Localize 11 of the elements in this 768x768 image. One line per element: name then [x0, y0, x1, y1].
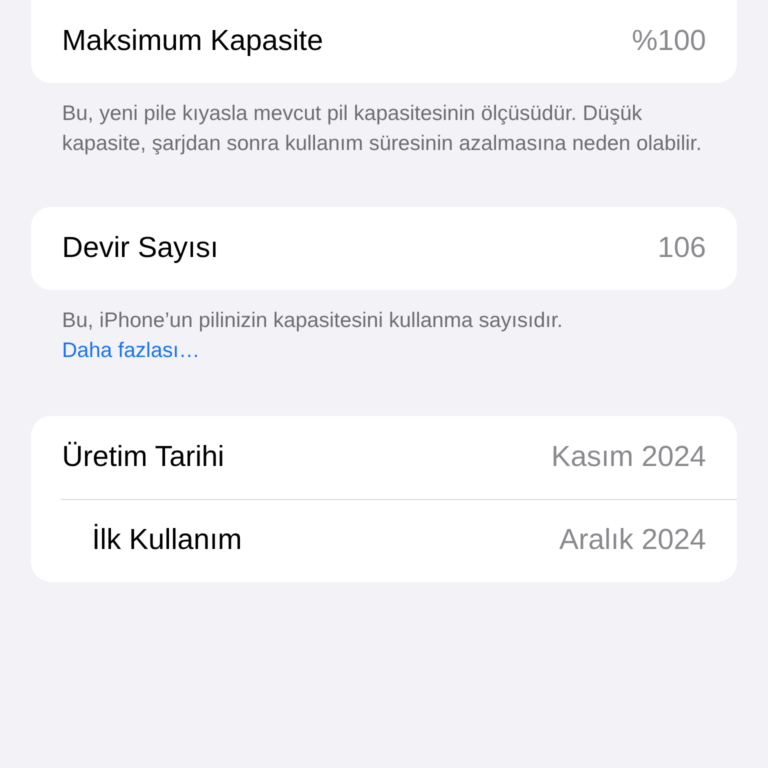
more-link[interactable]: Daha fazlası… [62, 336, 200, 366]
row-label: Devir Sayısı [62, 230, 218, 266]
row-value: %100 [632, 24, 706, 59]
footer-text: Bu, iPhone’un pilinizin kapasitesini kullanma sayısıdır. [62, 308, 564, 334]
row-value: 106 [658, 230, 706, 266]
row-label: Maksimum Kapasite [62, 24, 324, 59]
footer-text: Bu, yeni pile kıyasla mevcut pil kapasitesinin ölçüsüdür. Düşük kapasite, şarjdan sonra kullanım süresinin azalmasına neden olabilir. [62, 101, 703, 157]
row-value: Aralık 2024 [559, 523, 706, 558]
row-value: Kasım 2024 [551, 440, 706, 475]
row-label: Üretim Tarihi [62, 440, 224, 475]
row-label: İlk Kullanım [92, 522, 242, 558]
